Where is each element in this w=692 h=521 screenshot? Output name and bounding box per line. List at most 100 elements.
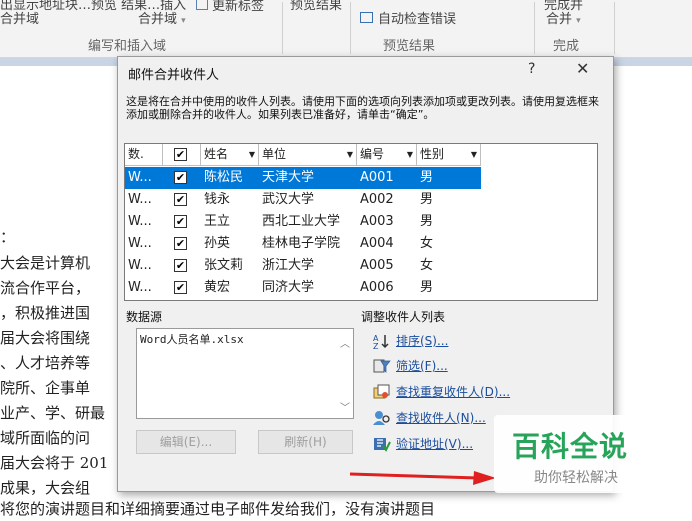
column-header-unit[interactable]: 单位 ▼ [259, 144, 357, 166]
find-duplicates-icon [373, 384, 390, 399]
document-line: 域所面临的问 [0, 429, 91, 447]
recipient-checkbox[interactable]: ✔ [174, 193, 187, 206]
ribbon-separator [614, 2, 615, 54]
document-line: 院所、企事单 [0, 379, 91, 397]
datasource-list[interactable]: Word人员名单.xlsx ︿ ﹀ [136, 328, 354, 419]
document-line: 大会是计算机 [0, 254, 91, 272]
scroll-down-icon[interactable]: ﹀ [337, 399, 353, 414]
table-cell-unit: 天津大学 [262, 170, 315, 185]
table-cell-code: A004 [360, 236, 394, 251]
help-button[interactable]: ? [528, 61, 535, 77]
group-label-preview: 预览结果 [383, 39, 436, 54]
caret-down-icon: ▾ [576, 16, 581, 26]
svg-text:Z: Z [373, 342, 379, 349]
caret-down-icon: ▾ [181, 16, 186, 26]
update-labels-icon [196, 0, 208, 10]
table-cell-unit: 武汉大学 [262, 192, 315, 207]
table-cell-gender: 男 [420, 192, 434, 207]
update-labels-button[interactable]: 更新标签 [196, 0, 264, 14]
table-row[interactable]: W... 王立 西北工业大学 A003 男 ✔ [125, 211, 481, 233]
edit-button[interactable]: 编辑(E)... [136, 430, 236, 454]
table-cell-src: W... [128, 280, 152, 295]
recipient-checkbox[interactable]: ✔ [174, 281, 187, 294]
recipient-checkbox[interactable]: ✔ [174, 259, 187, 272]
table-cell-src: W... [128, 170, 152, 185]
table-row[interactable]: W... 钱永 武汉大学 A002 男 ✔ [125, 189, 481, 211]
table-cell-unit: 桂林电子学院 [262, 236, 341, 251]
table-cell-name: 黄宏 [204, 280, 231, 295]
dropdown-arrow-icon[interactable]: ▼ [471, 144, 477, 165]
document-line: 届大会将围绕 [0, 329, 91, 347]
table-cell-unit: 同济大学 [262, 280, 315, 295]
adjust-list-label: 调整收件人列表 [361, 310, 446, 324]
table-cell-name: 王立 [204, 214, 231, 229]
table-cell-src: W... [128, 192, 152, 207]
select-all-checkbox[interactable]: ✔ [174, 148, 187, 161]
datasource-label: 数据源 [126, 310, 163, 324]
table-cell-unit: 浙江大学 [262, 258, 315, 273]
dialog-description: 这是将在合并中使用的收件人列表。请使用下面的选项向列表添加项或更改列表。请使用复… [126, 95, 599, 121]
recipient-checkbox[interactable]: ✔ [174, 171, 187, 184]
table-row[interactable]: W... 陈松民 天津大学 A001 男 ✔ [125, 167, 481, 189]
watermark-sub-text: 助你轻松解决 [534, 470, 618, 486]
ribbon-separator [350, 2, 351, 54]
table-row[interactable]: W... 张文莉 浙江大学 A005 女 ✔ [125, 255, 481, 277]
finish-merge-button[interactable]: 合并 ▾ [546, 8, 581, 27]
group-label-finish: 完成 [553, 39, 580, 54]
table-cell-src: W... [128, 214, 152, 229]
recipient-checkbox[interactable]: ✔ [174, 215, 187, 228]
preview-results-button[interactable]: 预览结果 [290, 0, 342, 13]
watermark-main-text: 百科全说 [512, 430, 629, 463]
ribbon-separator [534, 2, 535, 54]
document-line: 成果，大会组 [0, 479, 91, 497]
dialog-title: 邮件合并收件人 [128, 68, 220, 83]
document-line: 届大会将于 201 [0, 454, 109, 472]
group-label-write-insert: 编写和插入域 [88, 39, 167, 54]
table-cell-gender: 女 [420, 236, 434, 251]
column-header-checkbox[interactable]: ✔ [163, 144, 201, 166]
table-cell-name: 孙英 [204, 236, 231, 251]
refresh-button[interactable]: 刷新(H) [258, 430, 353, 454]
column-header-name[interactable]: 姓名 ▼ [201, 144, 259, 166]
table-cell-unit: 西北工业大学 [262, 214, 341, 229]
auto-check-errors-button[interactable]: 自动检查错误 [360, 8, 456, 27]
merge-field-line1[interactable]: 合并域 [0, 8, 39, 27]
table-row[interactable]: W... 黄宏 同济大学 A006 男 ✔ [125, 277, 481, 299]
column-header-gender[interactable]: 性别 ▼ [417, 144, 481, 166]
ribbon: 出显示地址块…预览 结果…插入 合并域 合并域 ▾ 更新标签 预览结果 自动检查… [0, 0, 692, 58]
find-recipient-icon [373, 411, 390, 425]
red-arrow-annotation [350, 471, 496, 485]
scroll-up-icon[interactable]: ︿ [337, 335, 353, 350]
datasource-item[interactable]: Word人员名单.xlsx [140, 331, 244, 347]
table-row[interactable]: W... 孙英 桂林电子学院 A004 女 ✔ [125, 233, 481, 255]
table-cell-name: 钱永 [204, 192, 231, 207]
dropdown-arrow-icon[interactable]: ▼ [407, 144, 413, 165]
ribbon-separator [282, 2, 283, 54]
dropdown-arrow-icon[interactable]: ▼ [347, 144, 353, 165]
table-cell-gender: 女 [420, 258, 434, 273]
table-cell-name: 张文莉 [204, 258, 244, 273]
recipients-table[interactable]: 数. ✔ 姓名 ▼ 单位 ▼ 编号 ▼ 性别 ▼ W... 陈松民 天津大学 A001 男 ✔ W.… [124, 143, 598, 301]
recipient-checkbox[interactable]: ✔ [174, 237, 187, 250]
table-cell-code: A003 [360, 214, 394, 229]
table-cell-src: W... [128, 236, 152, 251]
table-cell-code: A001 [360, 170, 394, 185]
close-icon[interactable]: ✕ [576, 59, 589, 78]
validate-address-icon [374, 438, 391, 452]
table-cell-name: 陈松民 [204, 170, 244, 185]
column-header-source[interactable]: 数. [125, 144, 163, 166]
filter-icon [373, 359, 391, 373]
table-cell-src: W... [128, 258, 152, 273]
column-header-code[interactable]: 编号 ▼ [357, 144, 417, 166]
dropdown-arrow-icon[interactable]: ▼ [249, 144, 255, 165]
document-line: 流合作平台， [0, 279, 91, 297]
document-line: ： [0, 228, 16, 246]
document-line: 将您的演讲题目和详细摘要通过电子邮件发给我们，没有演讲题目 [0, 500, 436, 518]
table-cell-code: A006 [360, 280, 394, 295]
table-cell-gender: 男 [420, 170, 434, 185]
table-cell-gender: 男 [420, 280, 434, 295]
document-line: ，积极推进国 [0, 304, 91, 322]
table-cell-gender: 男 [420, 214, 434, 229]
document-line: 业产、学、研最 [0, 404, 106, 422]
insert-merge-field-button[interactable]: 合并域 ▾ [138, 8, 186, 27]
